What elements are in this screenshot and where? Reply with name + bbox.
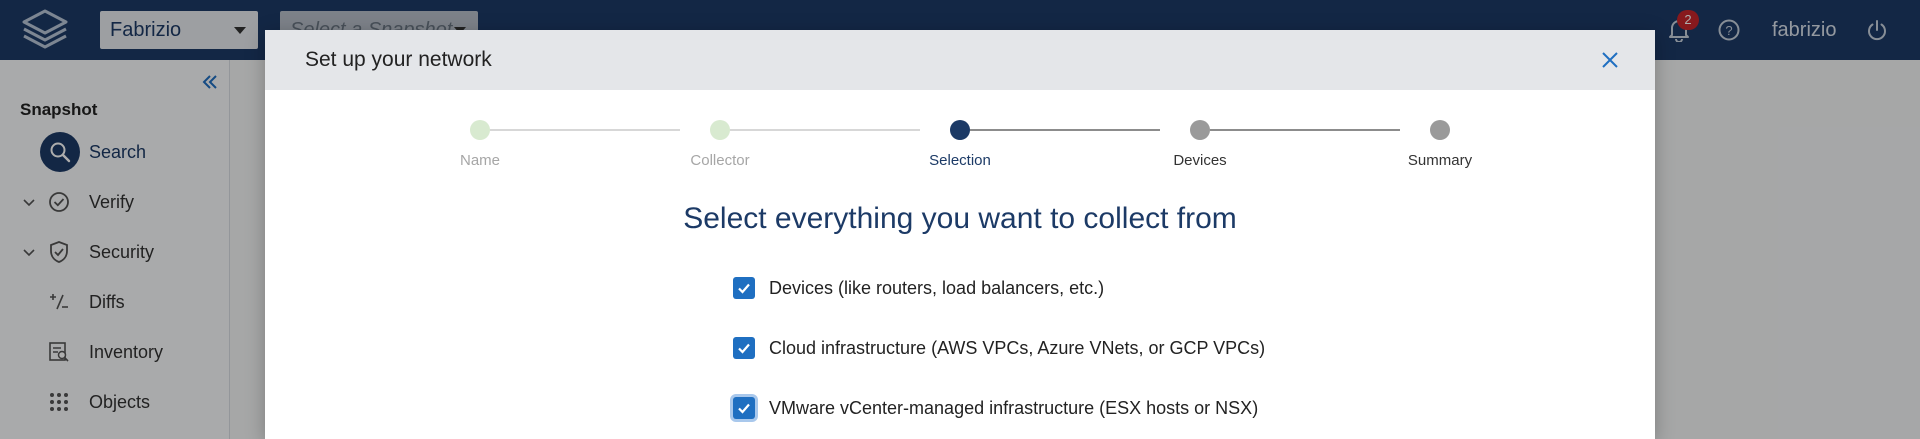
step-connector xyxy=(730,129,920,131)
modal-title: Set up your network xyxy=(305,48,492,71)
step-label-name: Name xyxy=(459,152,500,169)
step-label-collector: Collector xyxy=(690,152,750,169)
option-vmware-vcenter[interactable]: VMware vCenter-managed infrastructure (E… xyxy=(733,393,1258,423)
checkmark-icon xyxy=(738,403,750,414)
step-label-devices: Devices xyxy=(1173,152,1227,169)
step-connector xyxy=(1210,129,1400,131)
vmware-vcenter-checkbox[interactable] xyxy=(733,397,755,419)
checkmark-icon xyxy=(738,343,750,354)
selection-heading: Select everything you want to collect fr… xyxy=(683,202,1237,235)
option-label: Cloud infrastructure (AWS VPCs, Azure VN… xyxy=(769,337,1266,358)
checkmark-icon xyxy=(738,283,750,294)
step-label-summary: Summary xyxy=(1407,152,1473,169)
option-label: Devices (like routers, load balancers, e… xyxy=(769,277,1105,298)
devices-checkbox[interactable] xyxy=(733,277,755,299)
close-icon[interactable] xyxy=(1598,48,1622,72)
cloud-infrastructure-checkbox[interactable] xyxy=(733,337,755,359)
step-devices-dot xyxy=(1190,120,1210,140)
step-name-dot xyxy=(470,120,490,140)
wizard-stepper: Name Collector Selection Devices Summary xyxy=(265,118,1655,178)
option-devices[interactable]: Devices (like routers, load balancers, e… xyxy=(733,273,1104,303)
step-selection-dot xyxy=(950,120,970,140)
option-label: VMware vCenter-managed infrastructure (E… xyxy=(769,397,1259,418)
modal-header: Set up your network xyxy=(265,30,1655,90)
option-cloud-infrastructure[interactable]: Cloud infrastructure (AWS VPCs, Azure VN… xyxy=(733,333,1265,363)
step-label-selection: Selection xyxy=(929,152,991,169)
step-connector xyxy=(490,129,680,131)
step-collector-dot xyxy=(710,120,730,140)
step-connector xyxy=(970,129,1160,131)
step-summary-dot xyxy=(1430,120,1450,140)
setup-network-modal: Set up your network Name Collector Selec… xyxy=(265,30,1655,439)
